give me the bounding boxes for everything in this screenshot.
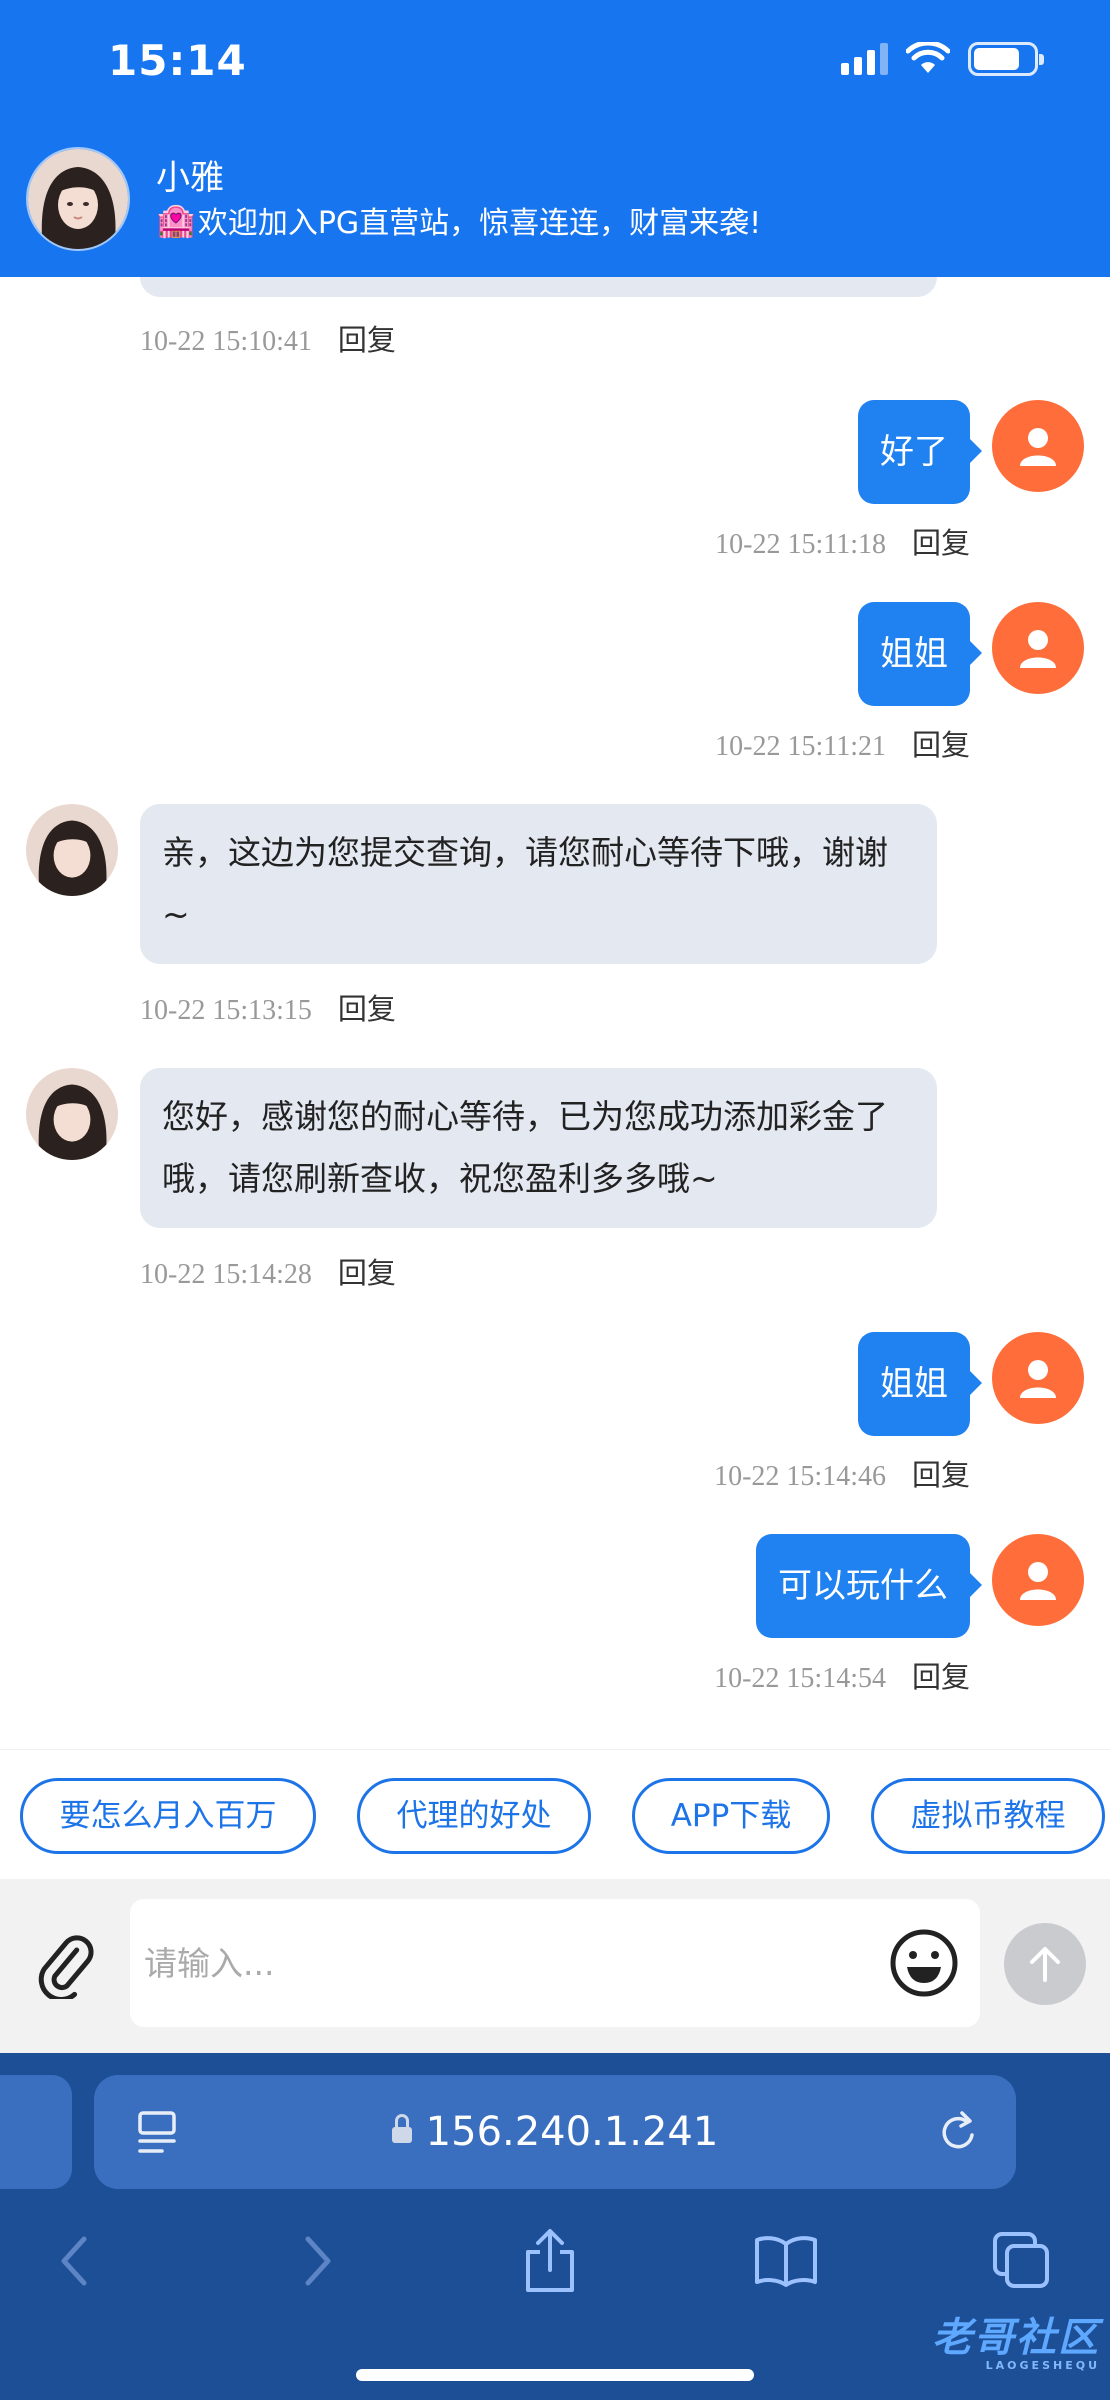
message-meta: 10-22 15:10:41 回复	[140, 317, 396, 359]
reply-link[interactable]: 回复	[912, 728, 970, 762]
paperclip-icon	[38, 1935, 94, 1999]
address-bar[interactable]: 156.240.1.241	[94, 2075, 1016, 2189]
agent-greeting: 🏩 欢迎加入PG直营站，惊喜连连，财富来袭!	[156, 198, 761, 242]
quick-reply-chip[interactable]: 虚拟币教程	[871, 1778, 1105, 1854]
reload-icon[interactable]	[936, 2109, 982, 2155]
share-icon	[526, 2229, 574, 2292]
person-icon	[1020, 1360, 1056, 1398]
send-button[interactable]	[1004, 1923, 1086, 2005]
reply-link[interactable]: 回复	[338, 992, 396, 1026]
share-button[interactable]	[510, 2221, 590, 2301]
chevron-left-icon	[61, 2236, 87, 2286]
agent-bubble: 您好，感谢您的耐心等待，已为您成功添加彩金了哦，请您刷新查收，祝您盈利多多哦~	[140, 1068, 937, 1228]
reply-link[interactable]: 回复	[338, 323, 396, 357]
agent-avatar-small	[26, 1068, 118, 1160]
user-avatar	[992, 1534, 1084, 1626]
reply-link[interactable]: 回复	[338, 1256, 396, 1290]
message-input-bar	[0, 1879, 1110, 2053]
chat-messages[interactable]: 10-22 15:10:41 回复 好了 10-22 15:11:18 回复 姐姐 …	[0, 277, 1110, 1749]
message-input-box	[130, 1899, 980, 2027]
status-time: 15:14	[108, 36, 247, 85]
chat-header: 15:14 小雅 🏩 欢迎加入PG直营站，惊喜连连，财富来袭!	[0, 0, 1110, 277]
smiley-icon	[890, 1929, 958, 1997]
cellular-signal-icon	[841, 43, 888, 75]
message-time: 10-22 15:10:41	[140, 326, 312, 357]
bookmarks-button[interactable]	[746, 2221, 826, 2301]
message-time: 10-22 15:14:46	[714, 1461, 886, 1492]
user-avatar	[992, 400, 1084, 492]
home-indicator[interactable]	[356, 2369, 754, 2381]
attach-button[interactable]	[30, 1929, 102, 2001]
browser-toolbar: 156.240.1.241 老哥社区 LAOGESHEQU	[0, 2053, 1110, 2400]
agent-avatar[interactable]	[26, 147, 130, 251]
person-icon	[1020, 630, 1056, 668]
message-meta: 10-22 15:14:54 回复	[714, 1654, 970, 1696]
back-button[interactable]	[34, 2221, 114, 2301]
book-icon	[755, 2236, 817, 2287]
reply-link[interactable]: 回复	[912, 1660, 970, 1694]
agent-avatar-small	[26, 804, 118, 896]
status-icons	[841, 42, 1044, 76]
agent-bubble: 亲，这边为您提交查询，请您耐心等待下哦，谢谢~	[140, 804, 937, 964]
reply-link[interactable]: 回复	[912, 526, 970, 560]
greeting-text: 欢迎加入PG直营站，惊喜连连，财富来袭!	[197, 206, 762, 241]
love-hotel-icon: 🏩	[156, 201, 196, 239]
watermark-logo: 老哥社区 LAOGESHEQU	[932, 2305, 1100, 2372]
user-bubble: 好了	[858, 400, 982, 504]
message-time: 10-22 15:13:15	[140, 995, 312, 1026]
person-icon	[1020, 1562, 1056, 1600]
url-text: 156.240.1.241	[425, 2109, 719, 2155]
user-bubble: 可以玩什么	[756, 1534, 982, 1638]
tabs-icon	[993, 2232, 1049, 2288]
agent-bubble-partial	[140, 277, 937, 297]
message-meta: 10-22 15:11:18 回复	[715, 520, 970, 562]
arrow-up-icon	[1030, 1947, 1060, 1982]
agent-name: 小雅	[156, 158, 224, 198]
message-time: 10-22 15:11:21	[715, 731, 886, 762]
chevron-right-icon	[305, 2236, 331, 2286]
user-avatar	[992, 602, 1084, 694]
person-icon	[1020, 428, 1056, 466]
message-meta: 10-22 15:13:15 回复	[140, 986, 396, 1028]
user-avatar	[992, 1332, 1084, 1424]
quick-reply-chip[interactable]: APP下载	[632, 1778, 830, 1854]
message-time: 10-22 15:14:54	[714, 1663, 886, 1694]
battery-icon	[968, 42, 1044, 76]
wifi-icon	[906, 42, 950, 73]
message-time: 10-22 15:11:18	[715, 529, 886, 560]
message-meta: 10-22 15:11:21 回复	[715, 722, 970, 764]
quick-reply-bar: 要怎么月入百万 代理的好处 APP下载 虚拟币教程	[0, 1749, 1110, 1879]
url-display: 156.240.1.241	[94, 2109, 1016, 2155]
message-meta: 10-22 15:14:46 回复	[714, 1452, 970, 1494]
reply-link[interactable]: 回复	[912, 1458, 970, 1492]
quick-reply-chip[interactable]: 要怎么月入百万	[20, 1778, 316, 1854]
message-input[interactable]	[144, 1929, 884, 1997]
tabs-button[interactable]	[982, 2221, 1062, 2301]
quick-reply-chip[interactable]: 代理的好处	[357, 1778, 591, 1854]
previous-tab-preview[interactable]	[0, 2075, 72, 2189]
watermark-text: 老哥社区	[932, 2315, 1100, 2361]
emoji-button[interactable]	[888, 1927, 960, 1999]
lock-icon	[391, 2114, 412, 2143]
user-bubble: 姐姐	[858, 1332, 982, 1436]
message-meta: 10-22 15:14:28 回复	[140, 1250, 396, 1292]
message-time: 10-22 15:14:28	[140, 1259, 312, 1290]
forward-button[interactable]	[278, 2221, 358, 2301]
user-bubble: 姐姐	[858, 602, 982, 706]
